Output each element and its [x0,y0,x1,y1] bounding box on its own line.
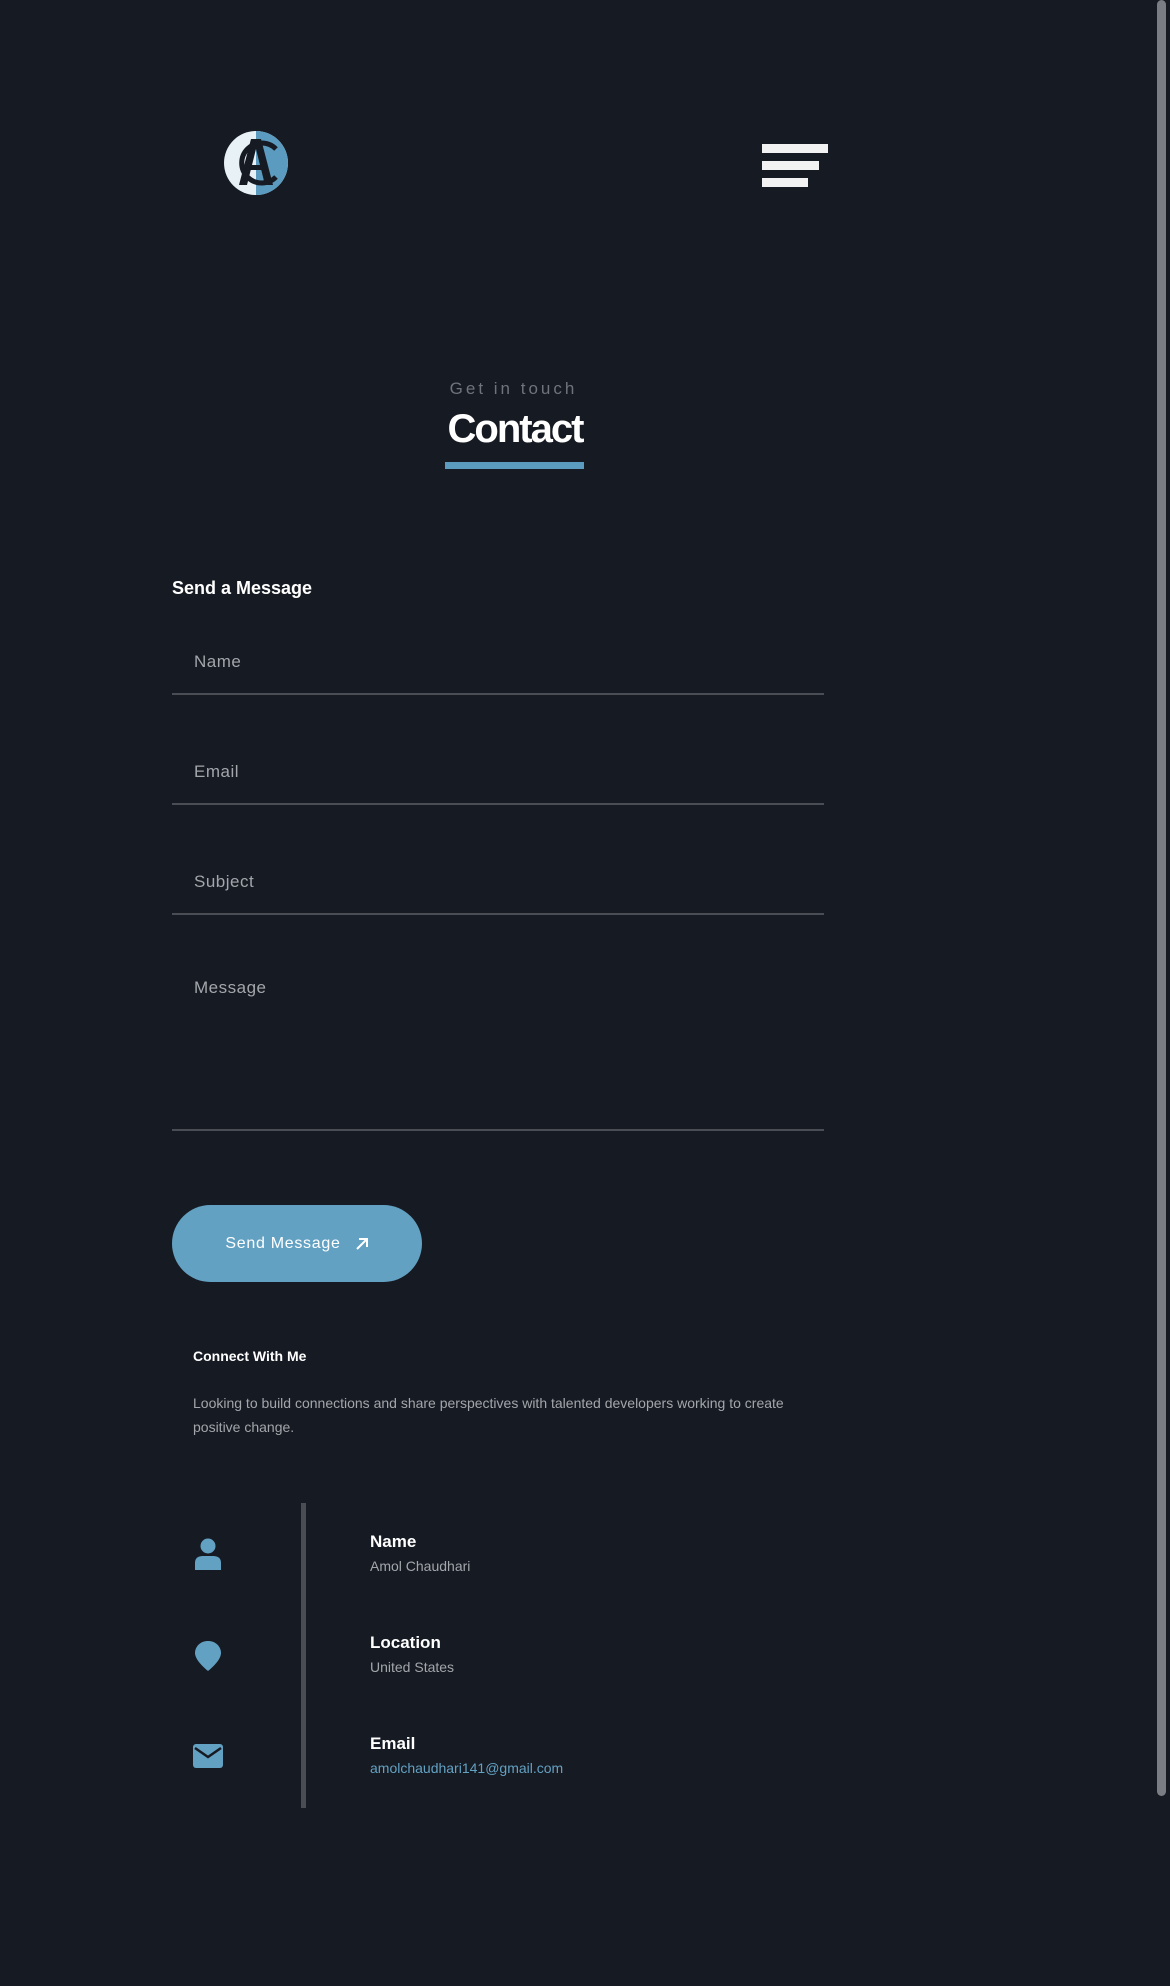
form-heading: Send a Message [172,578,313,598]
name-input[interactable] [172,630,824,695]
info-label-name: Name [370,1532,417,1551]
scrollbar-thumb[interactable] [1157,0,1166,1796]
hamburger-menu-icon[interactable] [762,144,828,188]
page-scrollbar[interactable] [1154,0,1170,1986]
info-label-email: Email [370,1734,416,1753]
message-textarea[interactable] [172,962,824,1131]
user-icon [193,1538,223,1570]
info-label-location: Location [370,1633,441,1652]
send-message-label: Send Message [225,1234,341,1252]
page-title: Contact [447,407,585,451]
send-message-button[interactable]: Send Message [172,1205,422,1282]
title-underline [445,462,584,469]
email-input[interactable] [172,740,824,805]
info-value-location: United States [370,1659,455,1675]
connect-description: Looking to build connections and share p… [193,1395,784,1435]
location-pin-icon [193,1640,223,1672]
envelope-icon [193,1744,223,1776]
connect-heading: Connect With Me [193,1348,307,1364]
subject-input[interactable] [172,850,824,915]
info-divider [301,1503,306,1808]
email-link[interactable]: amolchaudhari141@gmail.com [370,1760,563,1776]
section-eyebrow: Get in touch [449,379,578,398]
info-value-name: Amol Chaudhari [370,1558,471,1574]
site-logo[interactable] [222,129,290,197]
arrow-up-right-icon [355,1237,368,1250]
